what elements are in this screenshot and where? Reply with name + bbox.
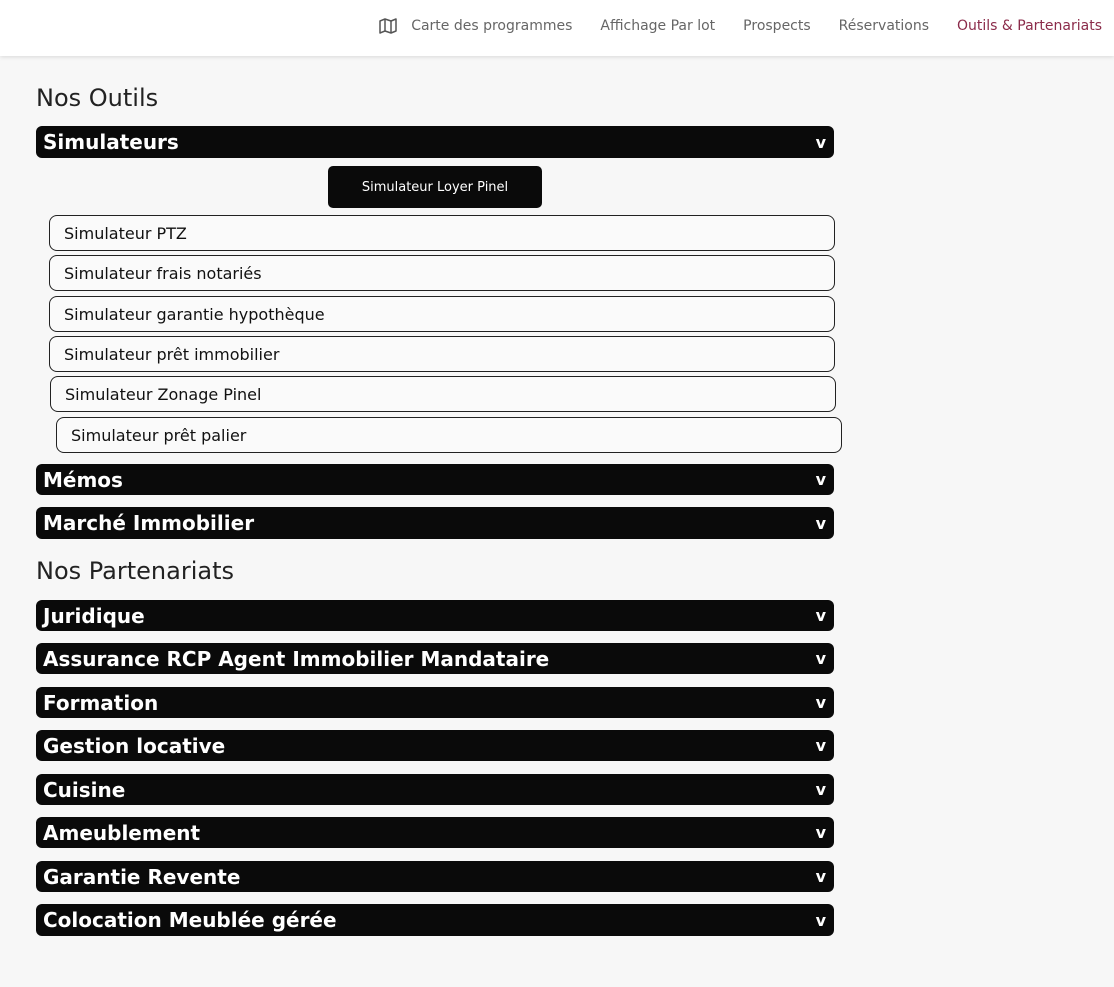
accordion-label: Gestion locative bbox=[43, 733, 226, 758]
simulator-link-pret-palier[interactable]: Simulateur prêt palier bbox=[56, 417, 842, 453]
accordion-memos[interactable]: Mémos v bbox=[36, 464, 834, 495]
simulator-link-pret-immobilier[interactable]: Simulateur prêt immobilier bbox=[49, 336, 835, 372]
accordion-label: Juridique bbox=[43, 603, 145, 628]
chevron-down-icon: v bbox=[815, 606, 826, 625]
accordion-juridique[interactable]: Juridique v bbox=[36, 600, 834, 631]
accordion-ameublement[interactable]: Ameublement v bbox=[36, 817, 834, 848]
chevron-down-icon: v bbox=[815, 649, 826, 668]
chevron-down-icon: v bbox=[815, 910, 826, 930]
accordion-label: Cuisine bbox=[43, 777, 126, 802]
chevron-down-icon: v bbox=[815, 780, 826, 799]
section-title-partenariats: Nos Partenariats bbox=[36, 557, 234, 585]
chevron-down-icon: v bbox=[815, 867, 826, 886]
chevron-down-icon: v bbox=[815, 513, 826, 533]
nav-reservations[interactable]: Réservations bbox=[839, 18, 929, 34]
accordion-label: Colocation Meublée gérée bbox=[43, 908, 337, 932]
nav-label: Carte des programmes bbox=[411, 18, 573, 34]
accordion-marche-immobilier[interactable]: Marché Immobilier v bbox=[36, 507, 834, 539]
accordion-label: Mémos bbox=[43, 467, 123, 492]
main-nav: Carte des programmes Affichage Par lot P… bbox=[351, 0, 1102, 52]
simulator-link-garantie-hypotheque[interactable]: Simulateur garantie hypothèque bbox=[49, 296, 835, 332]
accordion-gestion-locative[interactable]: Gestion locative v bbox=[36, 730, 834, 761]
top-navigation-bar: Carte des programmes Affichage Par lot P… bbox=[0, 0, 1114, 56]
nav-outils-partenariats[interactable]: Outils & Partenariats bbox=[957, 18, 1102, 34]
chevron-down-icon: v bbox=[815, 132, 826, 152]
nav-affichage-par-lot[interactable]: Affichage Par lot bbox=[600, 18, 715, 34]
accordion-colocation-meublee[interactable]: Colocation Meublée gérée v bbox=[36, 904, 834, 936]
accordion-label: Simulateurs bbox=[43, 130, 179, 154]
accordion-label: Assurance RCP Agent Immobilier Mandatair… bbox=[43, 646, 550, 671]
simulator-link-ptz[interactable]: Simulateur PTZ bbox=[49, 215, 835, 251]
accordion-label: Ameublement bbox=[43, 820, 201, 845]
nav-carte-des-programmes[interactable]: Carte des programmes bbox=[379, 18, 572, 34]
chevron-down-icon: v bbox=[815, 823, 826, 842]
accordion-label: Formation bbox=[43, 690, 159, 715]
simulateur-loyer-pinel-button[interactable]: Simulateur Loyer Pinel bbox=[328, 166, 542, 208]
accordion-formation[interactable]: Formation v bbox=[36, 687, 834, 718]
chevron-down-icon: v bbox=[815, 470, 826, 489]
accordion-simulateurs[interactable]: Simulateurs v bbox=[36, 126, 834, 158]
accordion-label: Garantie Revente bbox=[43, 864, 241, 889]
accordion-cuisine[interactable]: Cuisine v bbox=[36, 774, 834, 805]
chevron-down-icon: v bbox=[815, 736, 826, 755]
simulator-link-zonage-pinel[interactable]: Simulateur Zonage Pinel bbox=[50, 376, 836, 412]
simulator-link-frais-notaries[interactable]: Simulateur frais notariés bbox=[49, 255, 835, 291]
nav-prospects[interactable]: Prospects bbox=[743, 18, 810, 34]
accordion-label: Marché Immobilier bbox=[43, 511, 255, 535]
accordion-garantie-revente[interactable]: Garantie Revente v bbox=[36, 861, 834, 892]
accordion-assurance-rcp[interactable]: Assurance RCP Agent Immobilier Mandatair… bbox=[36, 643, 834, 674]
section-title-outils: Nos Outils bbox=[36, 84, 159, 112]
map-icon bbox=[379, 18, 397, 34]
chevron-down-icon: v bbox=[815, 693, 826, 712]
